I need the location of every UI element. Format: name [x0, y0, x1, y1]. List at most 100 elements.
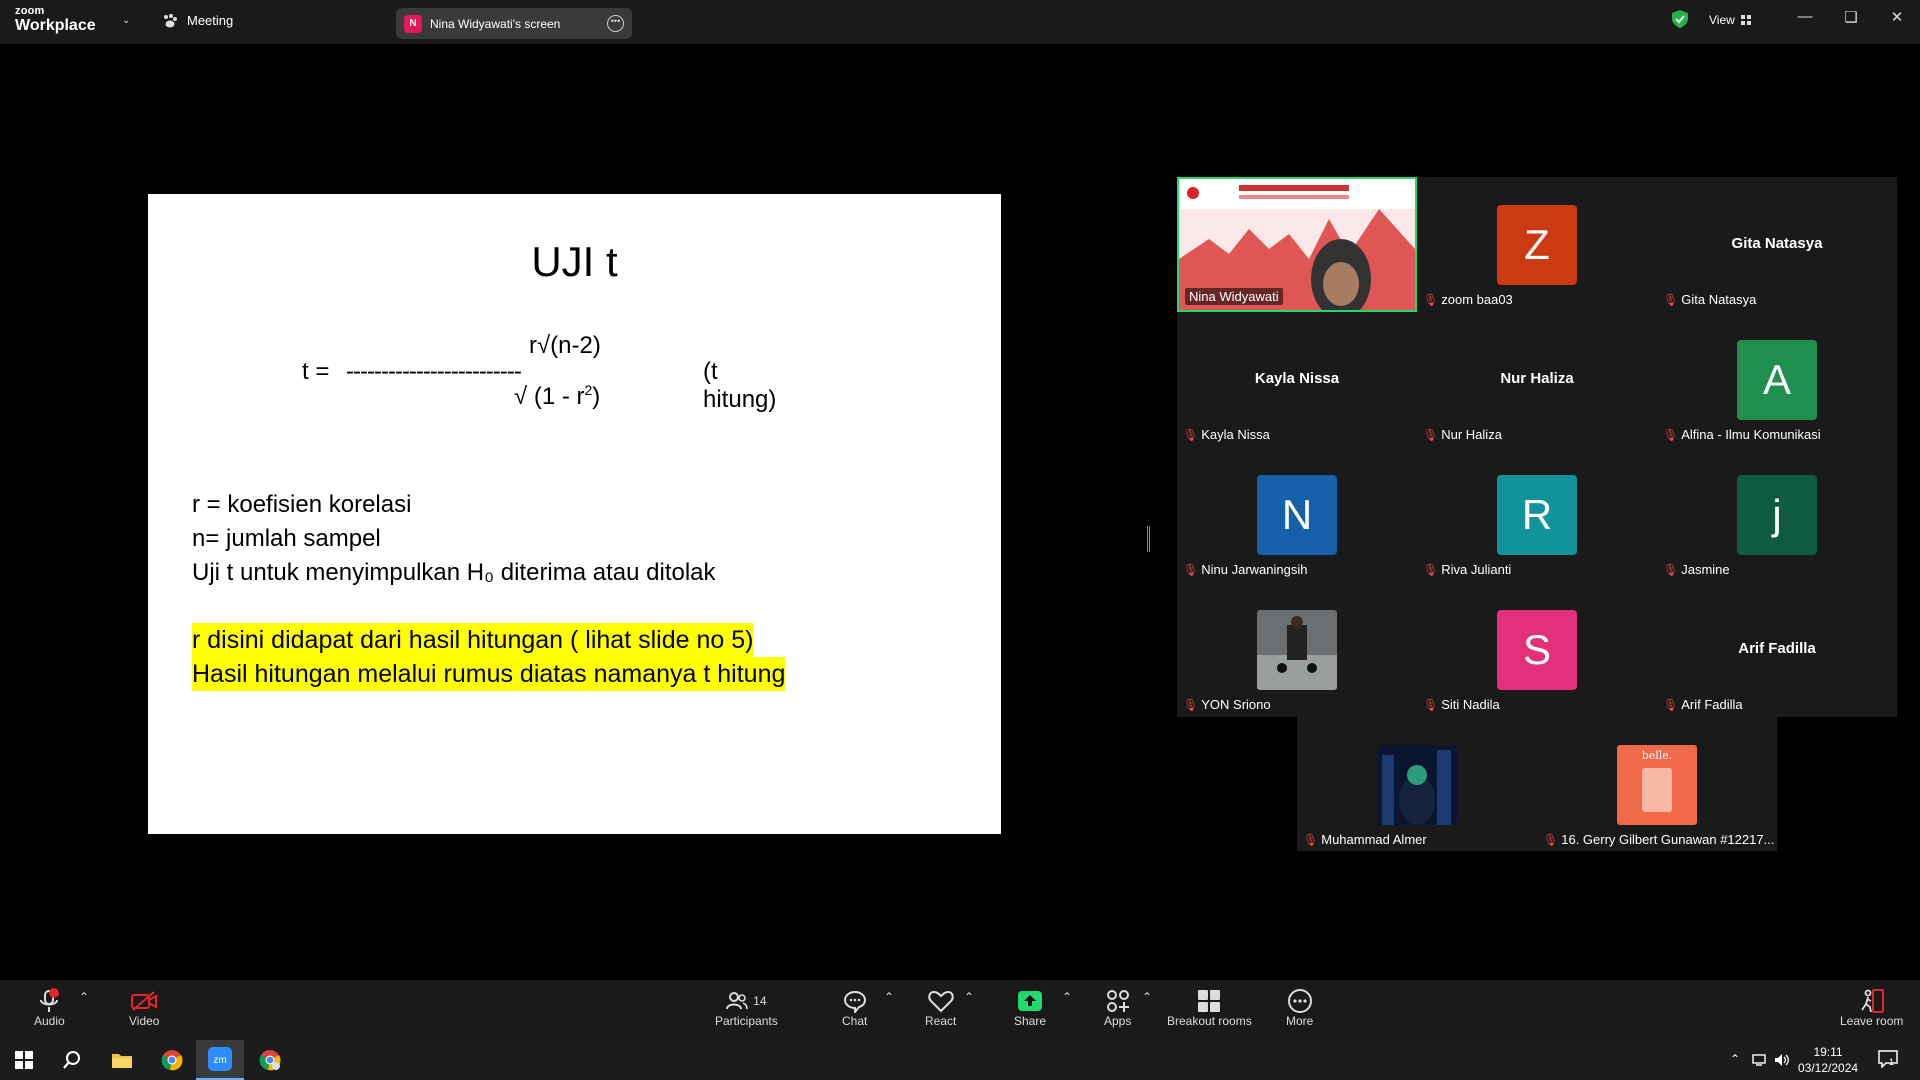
- more-options-icon[interactable]: •••: [607, 15, 624, 32]
- participant-tile[interactable]: Kayla Nissa 🎙 Kayla Nissa: [1177, 312, 1417, 447]
- meeting-label: Meeting: [187, 13, 234, 28]
- participant-name-text: Kayla Nissa: [1201, 427, 1270, 442]
- breakout-rooms-label: Breakout rooms: [1167, 1014, 1252, 1028]
- participant-name: 🎙 Gita Natasya: [1663, 292, 1756, 307]
- t-test-formula: r√(n-2) t = ------------------------- (t…: [302, 332, 776, 416]
- muted-mic-icon: 🎙: [1303, 832, 1319, 847]
- video-label: Video: [129, 1014, 160, 1028]
- photo-thumb-text: belle.: [1641, 749, 1673, 762]
- muted-mic-icon: 🎙: [1663, 427, 1679, 442]
- participant-photo: belle.: [1617, 745, 1697, 825]
- participant-avatar: Z: [1497, 205, 1577, 285]
- participant-display-name: Arif Fadilla: [1738, 640, 1816, 657]
- zoom-workplace-logo[interactable]: zoom Workplace: [15, 6, 96, 34]
- participant-tile[interactable]: S 🎙 Siti Nadila: [1417, 582, 1657, 717]
- windows-taskbar: zm ⌃ 19:11 03/12/2024 1: [0, 1040, 1920, 1080]
- participant-tile[interactable]: 🎙 YON Sriono: [1177, 582, 1417, 717]
- participant-name: 🎙 Riva Julianti: [1423, 562, 1511, 577]
- muted-mic-icon: 🎙: [1543, 832, 1559, 847]
- chrome-icon[interactable]: [148, 1040, 196, 1080]
- audio-button[interactable]: Audio: [34, 988, 65, 1028]
- definitions-list: r = koefisien korelasi n= jumlah sampel …: [192, 488, 716, 590]
- share-options-caret-icon[interactable]: ⌃: [1062, 990, 1072, 1004]
- chevron-down-icon[interactable]: ⌄: [122, 15, 130, 26]
- leave-room-button[interactable]: Leave room: [1840, 988, 1903, 1028]
- svg-text:zm: zm: [213, 1055, 226, 1066]
- more-button[interactable]: More: [1286, 988, 1313, 1028]
- shield-check-icon[interactable]: [1672, 10, 1688, 28]
- grid-view-icon: [1740, 15, 1751, 25]
- file-explorer-icon[interactable]: [98, 1040, 146, 1080]
- zoom-taskbar-icon[interactable]: zm: [196, 1040, 244, 1080]
- participant-tile[interactable]: belle. 🎙 16. Gerry Gilbert Gunawan #12217…: [1537, 717, 1777, 852]
- formula-fraction-bar: -------------------------: [346, 358, 522, 385]
- participant-name: 🎙 16. Gerry Gilbert Gunawan #12217...: [1543, 832, 1774, 847]
- participant-tile[interactable]: A 🎙 Alfina - Ilmu Komunikasi: [1657, 312, 1897, 447]
- notification-center-icon[interactable]: 1: [1878, 1050, 1898, 1073]
- presentation-slide: UJI t r√(n-2) t = ----------------------…: [148, 194, 1001, 834]
- participant-avatar: A: [1737, 340, 1817, 420]
- participants-icon: [726, 992, 748, 1010]
- shared-screen-tab[interactable]: N Nina Widyawati's screen •••: [396, 8, 632, 39]
- windows-start-icon[interactable]: [0, 1040, 48, 1080]
- participants-button[interactable]: 14 Participants: [715, 988, 778, 1028]
- participant-tile[interactable]: Z 🎙 zoom baa03: [1417, 177, 1657, 312]
- participant-avatar: j: [1737, 475, 1817, 555]
- presenter-badge: N: [404, 14, 422, 33]
- restore-icon[interactable]: ❏: [1836, 8, 1866, 26]
- participant-name: 🎙 Nur Haliza: [1423, 427, 1502, 442]
- video-button[interactable]: Video: [129, 988, 159, 1028]
- participant-name: Nina Widyawati: [1185, 288, 1283, 305]
- share-label: Share: [1014, 1014, 1047, 1028]
- volume-icon[interactable]: [1774, 1052, 1790, 1068]
- resize-handle[interactable]: [1147, 526, 1150, 552]
- audio-options-caret-icon[interactable]: ⌃: [79, 990, 89, 1004]
- audio-label: Audio: [34, 1014, 65, 1028]
- participant-name-text: Alfina - Ilmu Komunikasi: [1681, 427, 1821, 442]
- definition-item: n= jumlah sampel: [192, 525, 381, 552]
- mic-muted-icon: [37, 988, 61, 1014]
- react-label: React: [925, 1014, 957, 1028]
- breakout-rooms-button[interactable]: Breakout rooms: [1167, 988, 1252, 1028]
- react-options-caret-icon[interactable]: ⌃: [964, 990, 974, 1004]
- search-icon[interactable]: [48, 1040, 96, 1080]
- participant-tile[interactable]: Arif Fadilla 🎙 Arif Fadilla: [1657, 582, 1897, 717]
- close-icon[interactable]: ✕: [1882, 8, 1912, 26]
- network-icon[interactable]: [1752, 1053, 1768, 1067]
- participant-tile[interactable]: N 🎙 Ninu Jarwaningsih: [1177, 447, 1417, 582]
- chat-button[interactable]: Chat: [842, 988, 867, 1028]
- share-button[interactable]: Share: [1014, 988, 1046, 1028]
- view-button[interactable]: View: [1709, 13, 1751, 27]
- breakout-rooms-icon: [1197, 988, 1221, 1014]
- chrome-profile-icon[interactable]: [246, 1040, 294, 1080]
- apps-options-caret-icon[interactable]: ⌃: [1142, 990, 1152, 1004]
- participant-name: 🎙 Alfina - Ilmu Komunikasi: [1663, 427, 1821, 442]
- participant-tile[interactable]: Gita Natasya 🎙 Gita Natasya: [1657, 177, 1897, 312]
- participant-name-text: Riva Julianti: [1441, 562, 1512, 577]
- chat-options-caret-icon[interactable]: ⌃: [884, 990, 894, 1004]
- apps-icon: [1106, 988, 1130, 1014]
- clock-date: 03/12/2024: [1798, 1061, 1859, 1075]
- participant-name: 🎙 Muhammad Almer: [1303, 832, 1427, 847]
- apps-button[interactable]: Apps: [1104, 988, 1131, 1028]
- react-button[interactable]: React: [925, 988, 956, 1028]
- participant-tile[interactable]: Nur Haliza 🎙 Nur Haliza: [1417, 312, 1657, 447]
- meeting-button[interactable]: Meeting: [162, 13, 233, 28]
- participant-tile[interactable]: Nina Widyawati: [1177, 177, 1417, 312]
- participant-avatar: S: [1497, 610, 1577, 690]
- clock-time: 19:11: [1813, 1045, 1843, 1059]
- participant-name: 🎙 zoom baa03: [1423, 292, 1513, 307]
- video-off-icon: [130, 988, 158, 1014]
- brand-small: zoom: [15, 5, 45, 17]
- leave-room-label: Leave room: [1840, 1014, 1904, 1028]
- participant-photo: [1257, 610, 1337, 690]
- chevron-up-icon[interactable]: ⌃: [1730, 1052, 1740, 1066]
- definition-item: Uji t untuk menyimpulkan H₀ diterima ata…: [192, 559, 716, 586]
- minimize-icon[interactable]: —: [1790, 8, 1820, 25]
- participant-tile[interactable]: 🎙 Muhammad Almer: [1297, 717, 1537, 852]
- muted-mic-icon: 🎙: [1663, 292, 1679, 307]
- muted-mic-icon: 🎙: [1183, 697, 1199, 712]
- system-clock[interactable]: 19:11 03/12/2024: [1798, 1044, 1858, 1076]
- participant-tile[interactable]: j 🎙 Jasmine: [1657, 447, 1897, 582]
- participant-tile[interactable]: R 🎙 Riva Julianti: [1417, 447, 1657, 582]
